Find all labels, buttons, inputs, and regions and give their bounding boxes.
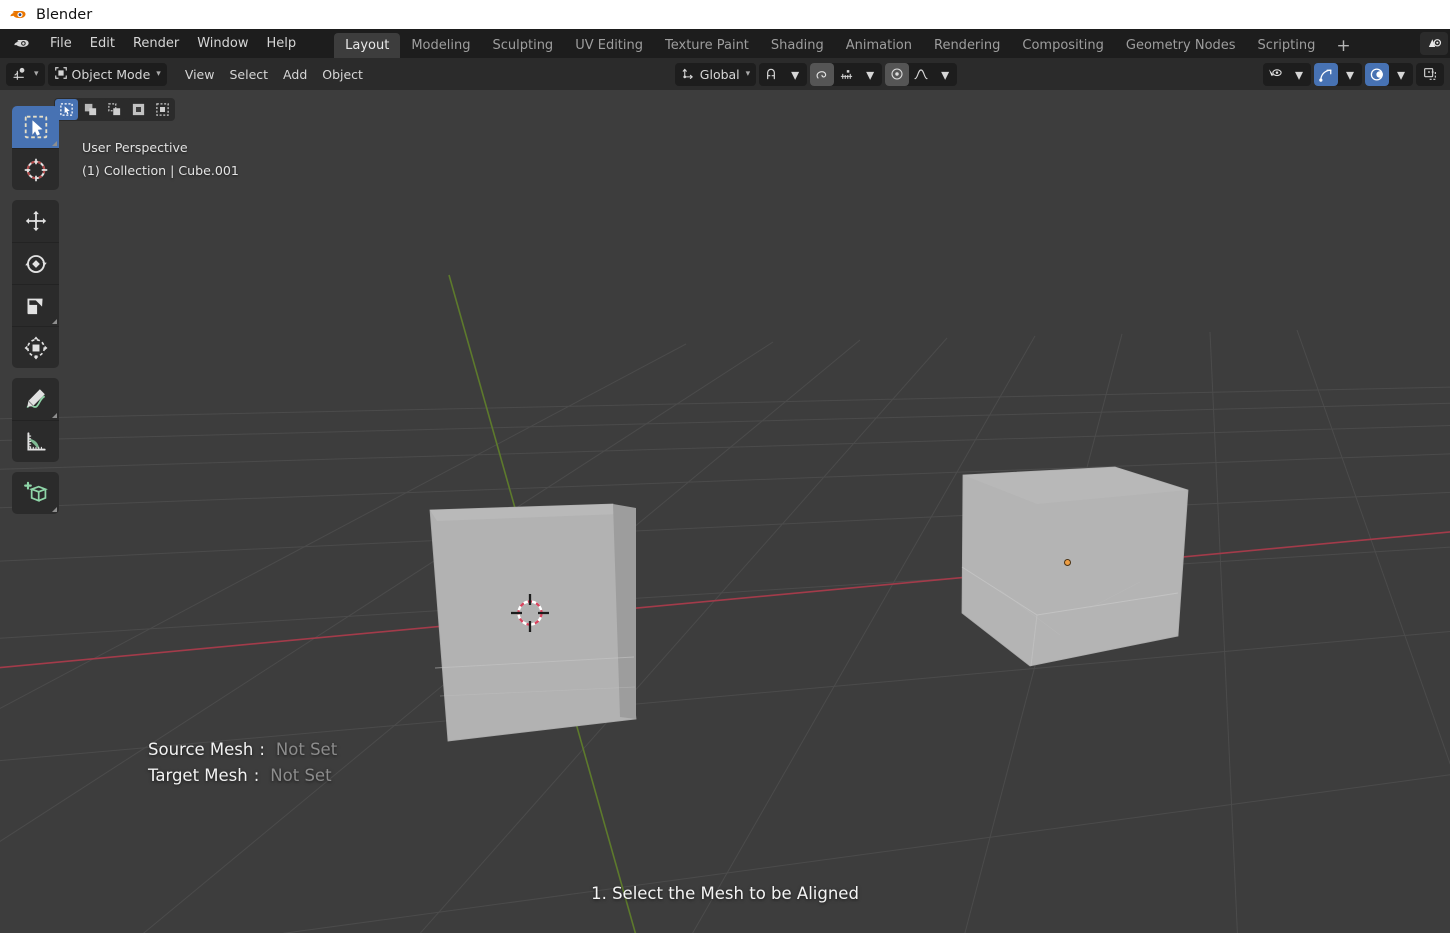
measure-tool[interactable] [12, 420, 59, 462]
source-mesh-row: Source Mesh : Not Set [148, 737, 337, 763]
tab-layout[interactable]: Layout [334, 33, 401, 58]
chevron-down-icon[interactable]: ▾ [783, 63, 807, 86]
tab-modeling[interactable]: Modeling [400, 33, 481, 58]
scene-collection-label: (1) Collection | Cube.001 [82, 163, 239, 179]
tab-texture-paint[interactable]: Texture Paint [654, 33, 760, 58]
proportional-edit-group: ▾ [885, 62, 958, 86]
menu-help[interactable]: Help [258, 29, 306, 58]
lasso-select-button[interactable] [127, 99, 150, 120]
object-mode-icon [54, 66, 68, 83]
transform-tool[interactable] [12, 326, 59, 368]
toggle-xray-icon[interactable] [1416, 62, 1444, 86]
smooth-falloff-icon[interactable] [909, 63, 933, 86]
tool-group-select [12, 106, 59, 190]
perspective-label: User Perspective [82, 140, 188, 155]
scale-tool[interactable] [12, 284, 59, 326]
viewport-menu-select[interactable]: Select [223, 63, 274, 86]
add-workspace-button[interactable]: + [1326, 33, 1360, 58]
os-title-bar: Blender [0, 0, 1450, 29]
source-mesh-value: Not Set [275, 740, 338, 759]
overlays-group: ▾ [1365, 62, 1413, 86]
target-mesh-colon: : [253, 765, 260, 785]
select-mode-toolbar [54, 98, 175, 121]
snap-settings-group: ▾ [810, 62, 883, 86]
menu-edit[interactable]: Edit [81, 29, 124, 58]
viewport-menu-object[interactable]: Object [316, 63, 369, 86]
tool-group-annotate [12, 378, 59, 462]
select-box-tool[interactable] [12, 106, 59, 148]
cursor-tool[interactable] [12, 148, 59, 190]
viewport-grid [0, 90, 1450, 933]
scene-stats-icon[interactable] [1420, 32, 1448, 55]
source-mesh-colon: : [259, 740, 265, 759]
menu-window[interactable]: Window [188, 29, 257, 58]
editor-type-3dview-icon[interactable]: ▾ [6, 62, 45, 86]
snap-group: ▾ [759, 62, 808, 86]
snap-toggle-icon[interactable] [810, 62, 835, 86]
proportional-edit-icon[interactable] [885, 62, 910, 86]
tab-animation[interactable]: Animation [835, 33, 923, 58]
source-mesh-label: Source Mesh [148, 740, 254, 759]
move-tool[interactable] [12, 200, 59, 242]
blender-menu-icon[interactable] [6, 29, 41, 58]
transform-orientation-label: Global [699, 66, 740, 82]
visibility-group: ▾ [1263, 62, 1311, 86]
tab-scripting[interactable]: Scripting [1247, 33, 1327, 58]
tab-compositing[interactable]: Compositing [1011, 33, 1115, 58]
chevron-down-icon[interactable]: ▾ [1338, 63, 1362, 86]
gizmo-icon[interactable] [1314, 62, 1338, 86]
snap-increment-icon[interactable] [834, 63, 858, 86]
tab-shading[interactable]: Shading [760, 33, 835, 58]
viewport-menu-view[interactable]: View [179, 63, 221, 86]
add-cube-tool[interactable] [12, 472, 59, 514]
3d-cursor-icon [509, 592, 551, 634]
tool-group-add [12, 472, 59, 514]
menu-render[interactable]: Render [124, 29, 188, 58]
overlays-icon[interactable] [1365, 62, 1389, 86]
window-title: Blender [36, 6, 93, 23]
chevron-down-icon[interactable]: ▾ [1287, 63, 1311, 86]
object-mode-dropdown[interactable]: Object Mode ▾ [47, 62, 167, 86]
target-mesh-value: Not Set [270, 765, 332, 785]
chevron-down-icon[interactable]: ▾ [1389, 63, 1413, 86]
orientation-axes-icon [681, 65, 696, 83]
eye-cursor-icon[interactable] [1263, 63, 1287, 86]
viewport-info-overlay: User Perspective (1) Collection | Cube.0… [82, 136, 239, 182]
viewport-toolbar [12, 106, 59, 524]
object-mode-label: Object Mode [71, 66, 151, 82]
workspace-tabs: Layout Modeling Sculpting UV Editing Tex… [334, 29, 1360, 58]
tool-group-transform [12, 200, 59, 368]
circle-select-button[interactable] [103, 99, 126, 120]
transform-orientation-dropdown[interactable]: Global ▾ [674, 62, 757, 86]
viewport-header: ▾ Object Mode ▾ View Select Add Object G… [0, 58, 1450, 90]
tab-sculpting[interactable]: Sculpting [481, 33, 564, 58]
3d-viewport[interactable]: User Perspective (1) Collection | Cube.0… [0, 90, 1450, 933]
tab-rendering[interactable]: Rendering [923, 33, 1011, 58]
target-mesh-row: Target Mesh : Not Set [148, 763, 337, 789]
tab-uv-editing[interactable]: UV Editing [564, 33, 654, 58]
cube-right [961, 466, 1189, 667]
viewport-menu-add[interactable]: Add [277, 63, 313, 86]
annotate-tool[interactable] [12, 378, 59, 420]
chevron-down-icon[interactable]: ▾ [933, 63, 957, 86]
extend-select-button[interactable] [151, 99, 174, 120]
chevron-down-icon[interactable]: ▾ [858, 63, 882, 86]
magnet-icon[interactable] [759, 63, 783, 86]
box-select-button[interactable] [79, 99, 102, 120]
rotate-tool[interactable] [12, 242, 59, 284]
step-instruction-text: 1. Select the Mesh to be Aligned [591, 884, 859, 903]
object-origin-dot [1063, 558, 1072, 567]
tab-geometry-nodes[interactable]: Geometry Nodes [1115, 33, 1247, 58]
target-mesh-label: Target Mesh [148, 765, 248, 785]
gizmo-group: ▾ [1314, 62, 1362, 86]
menu-file[interactable]: File [41, 29, 81, 58]
blender-logo-icon [8, 5, 28, 25]
top-bar: File Edit Render Window Help Layout Mode… [0, 29, 1450, 58]
mesh-status-overlay: Source Mesh : Not Set Target Mesh : Not … [148, 737, 337, 788]
